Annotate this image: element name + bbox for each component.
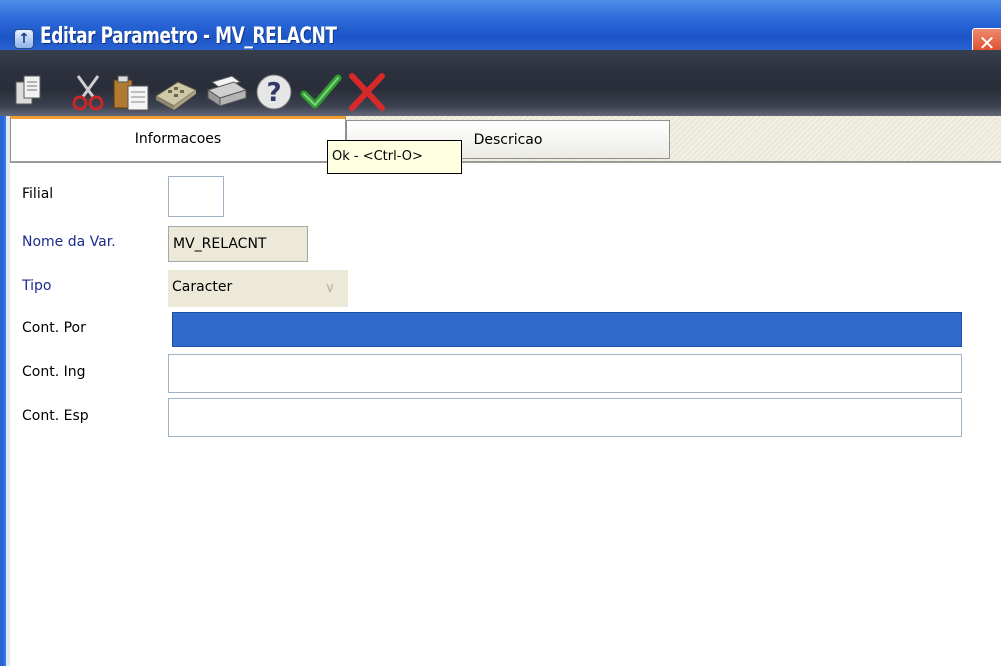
cut-icon[interactable]	[70, 72, 106, 112]
cont-por-field[interactable]	[172, 312, 962, 347]
app-icon: ↑	[14, 29, 34, 49]
nome-var-field: MV_RELACNT	[168, 226, 308, 262]
chevron-down-icon[interactable]: ∨	[314, 272, 346, 305]
window-left-border	[0, 116, 10, 666]
calculator-icon[interactable]	[152, 72, 200, 112]
tipo-label: Tipo	[22, 278, 52, 294]
cont-esp-label: Cont. Esp	[22, 408, 89, 424]
nome-var-label: Nome da Var.	[22, 234, 116, 250]
cancel-x-icon[interactable]	[344, 72, 390, 112]
cont-ing-field[interactable]	[168, 354, 962, 393]
cont-esp-field[interactable]	[168, 398, 962, 437]
paste-icon[interactable]	[112, 72, 152, 112]
help-icon[interactable]: ?	[254, 72, 294, 112]
filial-field[interactable]	[168, 176, 224, 217]
svg-text:?: ?	[266, 78, 281, 108]
ok-check-icon[interactable]	[298, 72, 344, 112]
copy-icon[interactable]	[14, 72, 44, 112]
printer-icon[interactable]	[204, 72, 250, 112]
window-title: Editar Parametro - MV_RELACNT	[40, 24, 337, 49]
filial-label: Filial	[22, 186, 54, 202]
tab-informacoes[interactable]: Informacoes	[10, 116, 346, 162]
cont-ing-label: Cont. Ing	[22, 364, 86, 380]
cont-por-label: Cont. Por	[22, 320, 86, 336]
title-bar[interactable]: ↑ Editar Parametro - MV_RELACNT ✕	[0, 0, 1001, 58]
ok-tooltip: Ok - <Ctrl-O>	[327, 140, 462, 174]
